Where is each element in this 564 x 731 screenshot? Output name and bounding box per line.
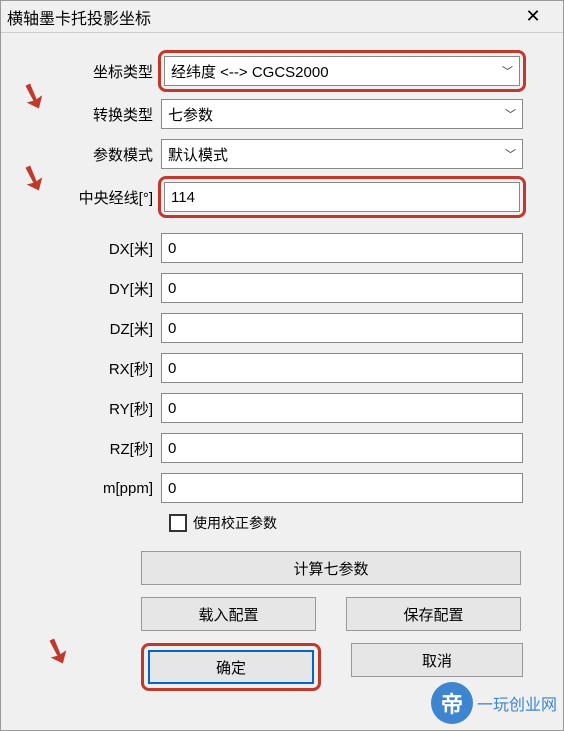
- select-transform-type[interactable]: 七参数 ﹀: [161, 99, 523, 129]
- row-dx: DX[米]: [41, 233, 523, 263]
- annotation-arrow-icon: ➘: [37, 627, 77, 674]
- watermark: 帝 一玩创业网: [431, 682, 557, 724]
- row-central-meridian: 中央经线[°]: [41, 179, 523, 215]
- row-coord-type: 坐标类型 经纬度 <--> CGCS2000 ﹀: [41, 53, 523, 89]
- select-coord-type[interactable]: 经纬度 <--> CGCS2000 ﹀: [164, 56, 520, 86]
- row-use-correction: 使用校正参数: [169, 513, 523, 533]
- window-title: 横轴墨卡托投影坐标: [7, 5, 151, 29]
- label-param-mode: 参数模式: [41, 144, 161, 165]
- row-m: m[ppm]: [41, 473, 523, 503]
- row-rz: RZ[秒]: [41, 433, 523, 463]
- chevron-down-icon: ﹀: [505, 106, 516, 122]
- dialog-window: 横轴墨卡托投影坐标 ✕ ➘ ➘ 坐标类型 经纬度 <--> CGCS2000 ﹀…: [0, 0, 564, 731]
- cancel-button[interactable]: 取消: [351, 643, 523, 677]
- row-rx: RX[秒]: [41, 353, 523, 383]
- label-central-meridian: 中央经线[°]: [41, 187, 161, 208]
- titlebar: 横轴墨卡托投影坐标 ✕: [1, 1, 563, 33]
- select-param-mode[interactable]: 默认模式 ﹀: [161, 139, 523, 169]
- row-dy: DY[米]: [41, 273, 523, 303]
- select-transform-type-value: 七参数: [168, 104, 213, 125]
- label-ry: RY[秒]: [41, 398, 161, 419]
- cancel-label: 取消: [422, 650, 452, 671]
- highlight-ok-button: 确定: [141, 643, 321, 691]
- label-coord-type: 坐标类型: [41, 61, 161, 82]
- save-config-label: 保存配置: [403, 604, 463, 625]
- select-coord-type-value: 经纬度 <--> CGCS2000: [171, 61, 329, 82]
- label-dy: DY[米]: [41, 278, 161, 299]
- chevron-down-icon: ﹀: [502, 63, 513, 79]
- row-param-mode: 参数模式 默认模式 ﹀: [41, 139, 523, 169]
- save-config-button[interactable]: 保存配置: [346, 597, 521, 631]
- field-transform-type: 七参数 ﹀: [161, 99, 523, 129]
- chevron-down-icon: ﹀: [505, 146, 516, 162]
- checkbox-use-correction[interactable]: [169, 514, 187, 532]
- close-icon[interactable]: ✕: [513, 6, 553, 27]
- calc-seven-label: 计算七参数: [293, 558, 368, 579]
- load-config-button[interactable]: 载入配置: [141, 597, 316, 631]
- label-dx: DX[米]: [41, 238, 161, 259]
- input-dy[interactable]: [168, 280, 516, 297]
- watermark-logo-icon: 帝: [431, 682, 473, 724]
- form-content: ➘ ➘ 坐标类型 经纬度 <--> CGCS2000 ﹀ 转换类型 七参数 ﹀ …: [1, 33, 563, 713]
- input-m[interactable]: [168, 480, 516, 497]
- input-dz[interactable]: [168, 320, 516, 337]
- ok-button[interactable]: 确定: [148, 650, 314, 684]
- field-param-mode: 默认模式 ﹀: [161, 139, 523, 169]
- label-rx: RX[秒]: [41, 358, 161, 379]
- row-transform-type: 转换类型 七参数 ﹀: [41, 99, 523, 129]
- label-transform-type: 转换类型: [41, 104, 161, 125]
- load-config-label: 载入配置: [198, 604, 258, 625]
- input-rz[interactable]: [168, 440, 516, 457]
- highlight-central-meridian: [158, 176, 526, 218]
- config-button-row: 载入配置 保存配置: [141, 597, 523, 631]
- input-central-meridian-box: [164, 182, 520, 212]
- label-rz: RZ[秒]: [41, 438, 161, 459]
- calc-seven-button[interactable]: 计算七参数: [141, 551, 521, 585]
- row-ry: RY[秒]: [41, 393, 523, 423]
- label-dz: DZ[米]: [41, 318, 161, 339]
- watermark-text: 一玩创业网: [477, 691, 557, 715]
- highlight-coord-type: 经纬度 <--> CGCS2000 ﹀: [158, 50, 526, 92]
- input-dx[interactable]: [168, 240, 516, 257]
- row-dz: DZ[米]: [41, 313, 523, 343]
- label-m: m[ppm]: [41, 480, 161, 497]
- label-use-correction: 使用校正参数: [193, 513, 277, 533]
- select-param-mode-value: 默认模式: [168, 144, 228, 165]
- input-central-meridian[interactable]: [171, 189, 513, 206]
- ok-label: 确定: [216, 657, 246, 678]
- input-ry[interactable]: [168, 400, 516, 417]
- input-rx[interactable]: [168, 360, 516, 377]
